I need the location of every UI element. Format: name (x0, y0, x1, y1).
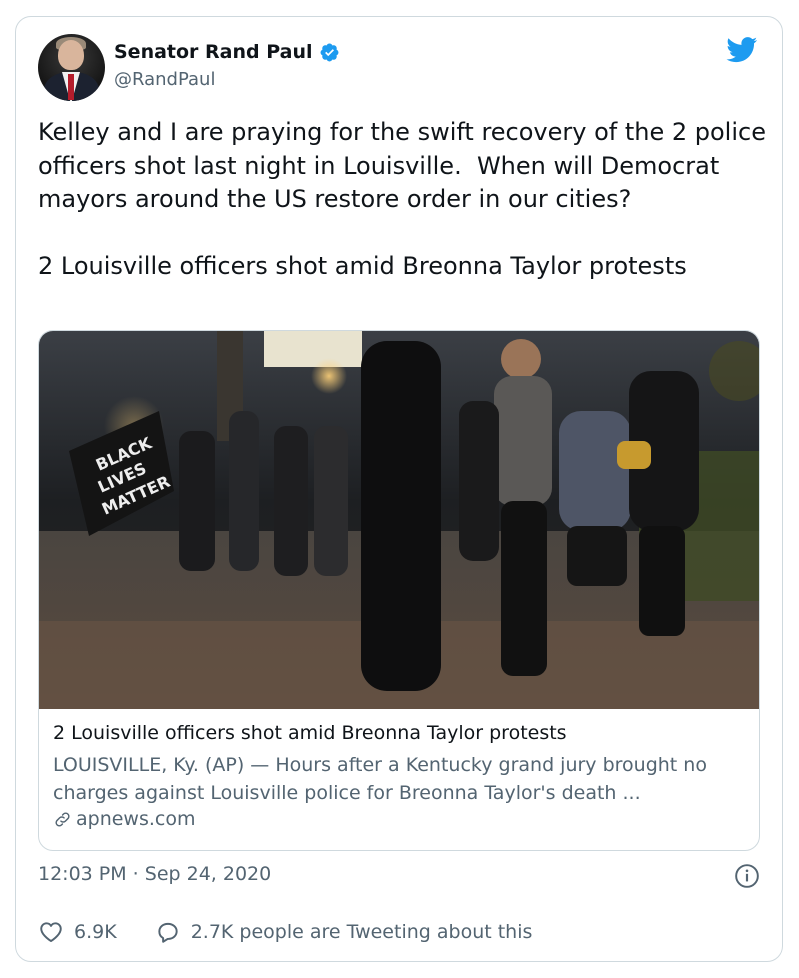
tweeting-count: 2.7K people are Tweeting about this (190, 921, 533, 943)
tweeting-stat[interactable]: 2.7K people are Tweeting about this (155, 919, 533, 945)
avatar-head (58, 40, 84, 70)
reply-bubble-icon[interactable] (155, 919, 181, 945)
tweet-text: Kelley and I are praying for the swift r… (38, 118, 766, 280)
heart-icon[interactable] (38, 919, 64, 945)
tweet-timestamp[interactable]: 12:03 PM · Sep 24, 2020 (38, 863, 271, 885)
tweet-card[interactable]: Senator Rand Paul @RandPaul Kelley and I… (15, 16, 783, 962)
like-stat[interactable]: 6.9K (38, 919, 117, 945)
link-card-domain[interactable]: apnews.com (76, 808, 196, 830)
link-card-domain-row[interactable]: apnews.com (53, 808, 196, 830)
info-icon[interactable] (734, 863, 760, 889)
author-name[interactable]: Senator Rand Paul (114, 41, 313, 63)
author-name-row[interactable]: Senator Rand Paul (114, 41, 340, 63)
verified-badge-icon (320, 43, 338, 61)
avatar[interactable] (38, 34, 105, 101)
link-card-title[interactable]: 2 Louisville officers shot amid Breonna … (53, 722, 567, 744)
link-preview-card[interactable]: BLACK LIVES MATTER 2 Louisville officers… (38, 330, 760, 851)
link-icon (55, 811, 70, 827)
author-handle[interactable]: @RandPaul (114, 69, 215, 90)
avatar-tie (68, 74, 74, 100)
tweet-footer: 6.9K 2.7K people are Tweeting about this (38, 919, 532, 945)
link-card-description: LOUISVILLE, Ky. (AP) — Hours after a Ken… (53, 754, 707, 804)
twitter-bird-icon[interactable] (726, 37, 758, 63)
news-photo[interactable]: BLACK LIVES MATTER (39, 331, 760, 709)
like-count: 6.9K (74, 921, 117, 943)
